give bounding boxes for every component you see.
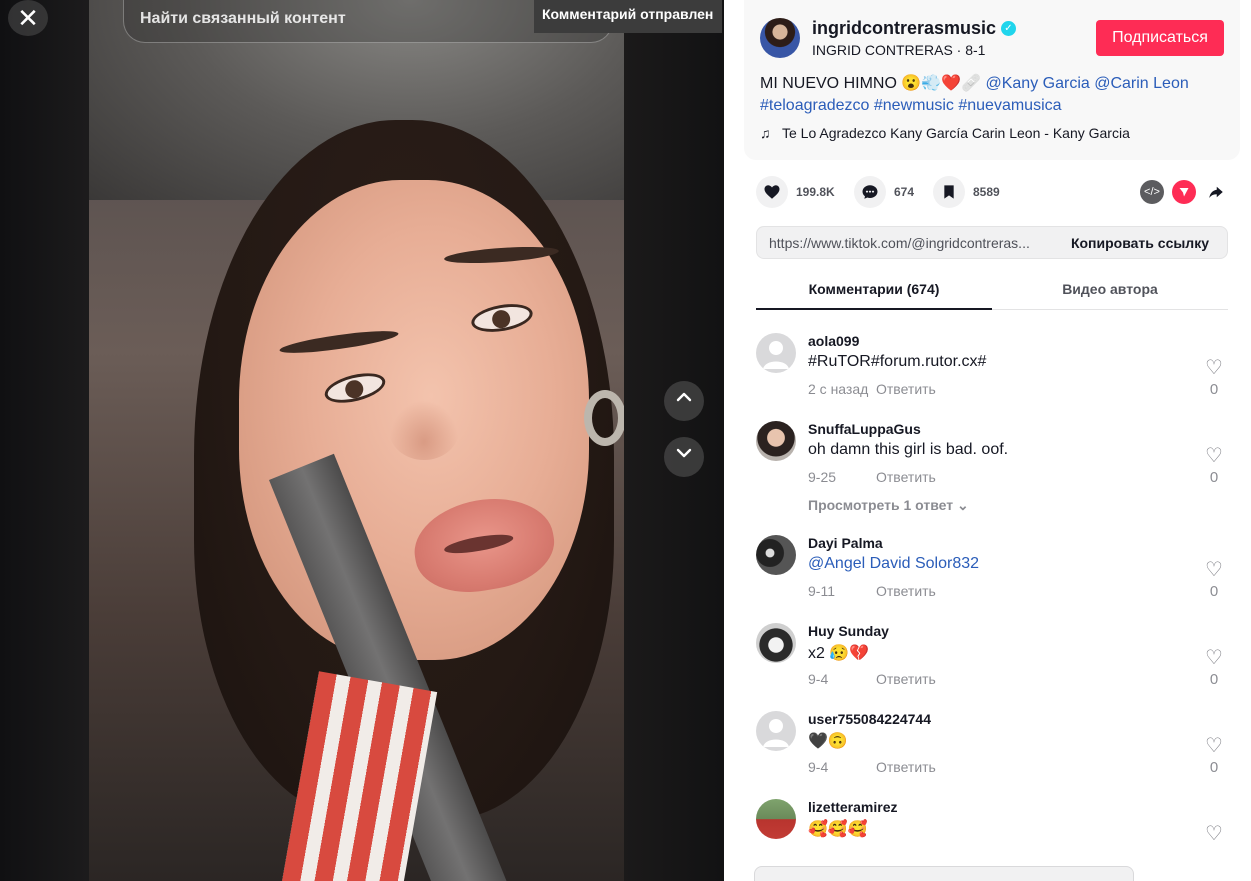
comment-sent-toast: Комментарий отправлен (534, 0, 722, 33)
comment-button[interactable]: 674 (854, 176, 914, 208)
save-button[interactable]: 8589 (933, 176, 1000, 208)
comment-item: lizetteramirez 🥰🥰🥰 ♡ (756, 799, 1236, 849)
comment-username[interactable]: aola099 (808, 333, 859, 349)
heart-icon (756, 176, 788, 208)
comment-item: user755084224744 🖤🙃 9-4 Ответить ♡ 0 (756, 711, 1236, 791)
follow-button[interactable]: Подписаться (1096, 20, 1224, 56)
video-player[interactable]: ✕ Найти связанный контент Комментарий от… (0, 0, 724, 881)
comment-like-count: 0 (1209, 759, 1219, 776)
comment-like-count: 0 (1209, 381, 1219, 398)
comment-text: 🖤🙃 (808, 733, 848, 750)
reply-button[interactable]: Ответить (876, 671, 936, 687)
reply-button[interactable]: Ответить (876, 583, 936, 599)
heart-outline-icon[interactable]: ♡ (1202, 821, 1226, 846)
user-avatar[interactable] (756, 535, 796, 575)
video-description: MI NUEVO HIMNO 😮💨❤️🩹 @Kany Garcia @Carin… (760, 73, 1230, 117)
reply-button[interactable]: Ответить (876, 469, 936, 485)
comment-icon (854, 176, 886, 208)
reply-button[interactable]: Ответить (876, 381, 936, 397)
heart-outline-icon[interactable]: ♡ (1202, 557, 1226, 582)
comment-input[interactable] (754, 866, 1134, 881)
user-avatar[interactable] (756, 623, 796, 663)
user-avatar[interactable] (756, 421, 796, 461)
nose-image (389, 400, 459, 460)
verified-icon: ✓ (1001, 21, 1016, 36)
description-card: ingridcontrerasmusic ✓ INGRID CONTRERAS … (744, 0, 1240, 160)
earring-image (584, 390, 624, 446)
comment-date: 9-4 (808, 671, 829, 687)
comment-text: oh damn this girl is bad. oof. (808, 441, 1009, 458)
hashtag-link[interactable]: #teloagradezco (760, 97, 869, 114)
chevron-down-icon: ⌄ (957, 497, 969, 513)
panel-tabs: Комментарии (674) Видео автора (756, 270, 1228, 310)
send-icon[interactable] (1172, 180, 1196, 204)
comment-text: x2 😥💔 (808, 645, 870, 662)
description-text: MI NUEVO HIMNO 😮💨❤️🩹 (760, 75, 982, 92)
comment-text: 🥰🥰🥰 (808, 821, 868, 838)
view-replies-label: Просмотреть 1 ответ (808, 497, 954, 513)
comment-item: Huy Sunday x2 😥💔 9-4 Ответить ♡ 0 (756, 623, 1236, 703)
comment-username[interactable]: Dayi Palma (808, 535, 883, 551)
comment-date: 2 с назад (808, 381, 869, 397)
author-display-name: INGRID CONTRERAS · 8-1 (812, 42, 986, 58)
author-avatar[interactable] (760, 18, 800, 58)
comment-username[interactable]: Huy Sunday (808, 623, 889, 639)
comment-date: 9-11 (808, 583, 835, 599)
comment-like-count: 0 (1209, 469, 1219, 486)
tab-comments[interactable]: Комментарии (674) (756, 270, 992, 310)
comment-like-count: 0 (1209, 671, 1219, 688)
comment-item: SnuffaLuppaGus oh damn this girl is bad.… (756, 421, 1236, 521)
heart-outline-icon[interactable]: ♡ (1202, 443, 1226, 468)
comment-item: Dayi Palma @Angel David Solor832 9-11 От… (756, 535, 1236, 615)
comment-username[interactable]: user755084224744 (808, 711, 931, 727)
mention-link[interactable]: @Kany Garcia (985, 75, 1089, 92)
comment-count: 674 (894, 185, 915, 199)
user-avatar[interactable] (756, 711, 796, 751)
embed-icon[interactable]: </> (1140, 180, 1164, 204)
user-avatar[interactable] (756, 333, 796, 373)
view-replies-button[interactable]: Просмотреть 1 ответ ⌄ (808, 497, 969, 514)
like-count: 199.8K (796, 185, 835, 199)
author-username[interactable]: ingridcontrerasmusic (812, 18, 996, 39)
comment-date: 9-4 (808, 759, 829, 775)
close-icon[interactable]: ✕ (8, 0, 48, 36)
share-link-box: https://www.tiktok.com/@ingridcontreras.… (756, 226, 1228, 259)
hashtag-link[interactable]: #nuevamusica (958, 97, 1061, 114)
details-panel: ingridcontrerasmusic ✓ INGRID CONTRERAS … (724, 0, 1251, 881)
copy-link-button[interactable]: Копировать ссылку (1071, 235, 1209, 251)
heart-outline-icon[interactable]: ♡ (1202, 733, 1226, 758)
heart-outline-icon[interactable]: ♡ (1202, 645, 1226, 670)
music-note-icon: ♫ (760, 125, 771, 141)
comment-username[interactable]: lizetteramirez (808, 799, 897, 815)
mention-link[interactable]: @Carin Leon (1094, 75, 1189, 92)
bookmark-icon (933, 176, 965, 208)
heart-outline-icon[interactable]: ♡ (1202, 355, 1226, 380)
share-arrow-icon[interactable] (1204, 180, 1228, 204)
user-avatar[interactable] (756, 799, 796, 839)
chevron-up-icon[interactable] (664, 381, 704, 421)
comment-like-count: 0 (1209, 583, 1219, 600)
save-count: 8589 (973, 185, 1000, 199)
comment-text[interactable]: @Angel David Solor832 (808, 555, 979, 573)
comment-item: aola099 #RuTOR#forum.rutor.cx# 2 с назад… (756, 333, 1236, 413)
hashtag-link[interactable]: #newmusic (874, 97, 954, 114)
music-title: Te Lo Agradezco Kany García Carin Leon -… (782, 125, 1130, 141)
comment-username[interactable]: SnuffaLuppaGus (808, 421, 921, 437)
chevron-down-icon[interactable] (664, 437, 704, 477)
like-button[interactable]: 199.8K (756, 176, 835, 208)
comment-date: 9-25 (808, 469, 837, 485)
video-url-field[interactable]: https://www.tiktok.com/@ingridcontreras.… (769, 235, 1059, 251)
tab-author-videos[interactable]: Видео автора (992, 270, 1228, 310)
reply-button[interactable]: Ответить (876, 759, 936, 775)
video-frame[interactable] (89, 0, 624, 881)
comment-text: #RuTOR#forum.rutor.cx# (808, 353, 987, 370)
related-search-text: Найти связанный контент (140, 10, 346, 27)
music-link[interactable]: ♫ Te Lo Agradezco Kany García Carin Leon … (760, 125, 1130, 141)
